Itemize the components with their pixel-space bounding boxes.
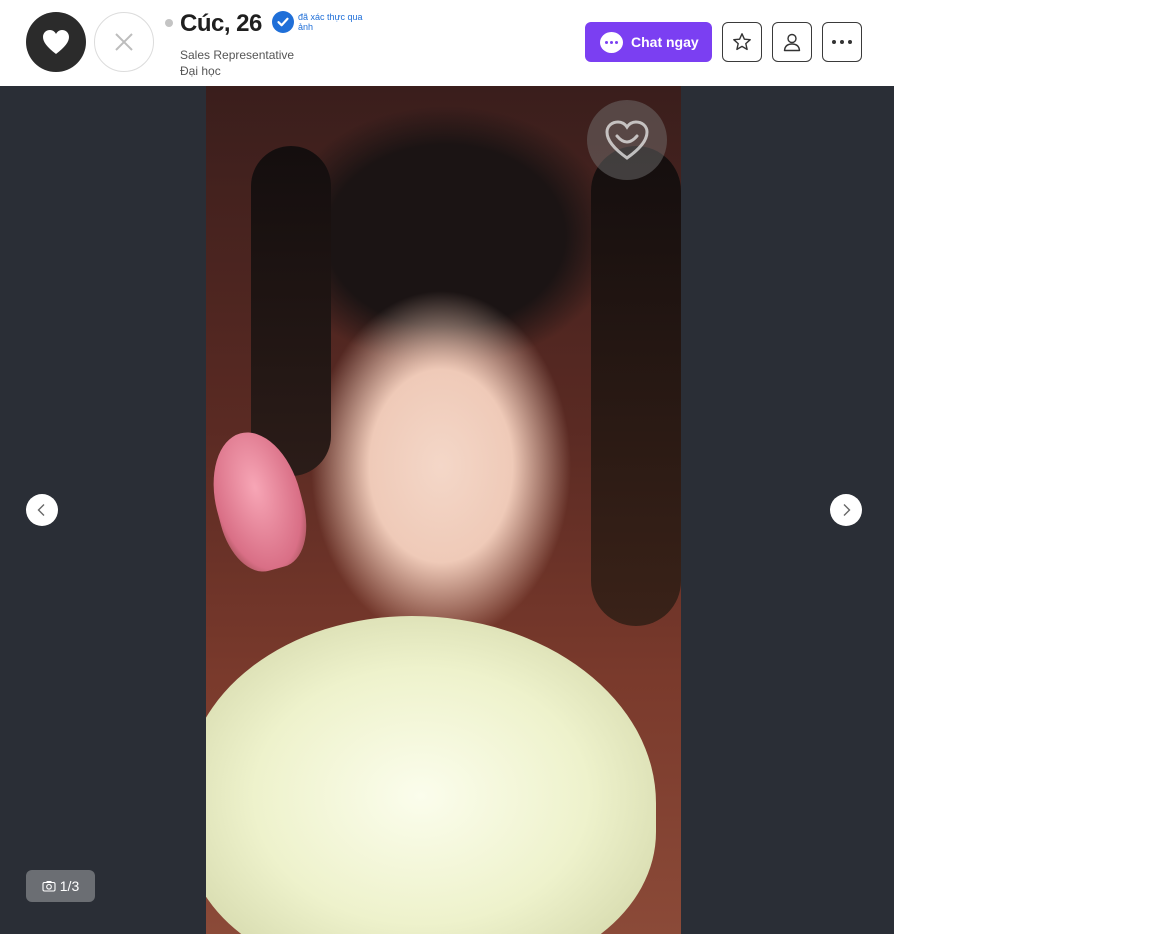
profile-photo[interactable] [206, 86, 681, 934]
photo-white-flower [206, 616, 656, 934]
profile-job: Sales Representative [180, 48, 295, 62]
chat-now-button[interactable]: Chat ngay [585, 22, 712, 62]
chat-now-label: Chat ngay [631, 34, 699, 50]
pass-button[interactable] [94, 12, 154, 72]
profile-header: Cúc, 26 đã xác thực qua ảnh Sales Repres… [0, 0, 894, 86]
close-icon [115, 33, 133, 51]
photo-hair-right [591, 146, 681, 626]
photo-counter-label: 1/3 [59, 878, 80, 894]
verified-label: đã xác thực qua ảnh [298, 12, 363, 32]
heart-icon [43, 30, 69, 54]
like-button[interactable] [26, 12, 86, 72]
online-status-dot [165, 19, 173, 27]
favorite-button[interactable] [722, 22, 762, 62]
view-profile-button[interactable] [772, 22, 812, 62]
profile-education: Đại học [180, 64, 221, 78]
photo-gallery: 1/3 [0, 86, 894, 934]
next-photo-button[interactable] [830, 494, 862, 526]
profile-name-age: Cúc, 26 [180, 10, 262, 37]
check-badge-icon [272, 11, 294, 33]
chevron-right-icon [843, 504, 851, 516]
camera-icon [42, 881, 56, 892]
previous-photo-button[interactable] [26, 494, 58, 526]
photo-counter: 1/3 [26, 870, 95, 902]
more-options-button[interactable] [822, 22, 862, 62]
user-icon [783, 33, 801, 52]
watermark-logo [587, 100, 667, 180]
photo-hair-left [251, 146, 331, 476]
profile-panel: Cúc, 26 đã xác thực qua ảnh Sales Repres… [0, 0, 894, 934]
chat-bubble-icon [600, 31, 623, 53]
more-dots-icon [832, 40, 852, 44]
star-icon [733, 33, 751, 51]
chevron-left-icon [37, 504, 45, 516]
